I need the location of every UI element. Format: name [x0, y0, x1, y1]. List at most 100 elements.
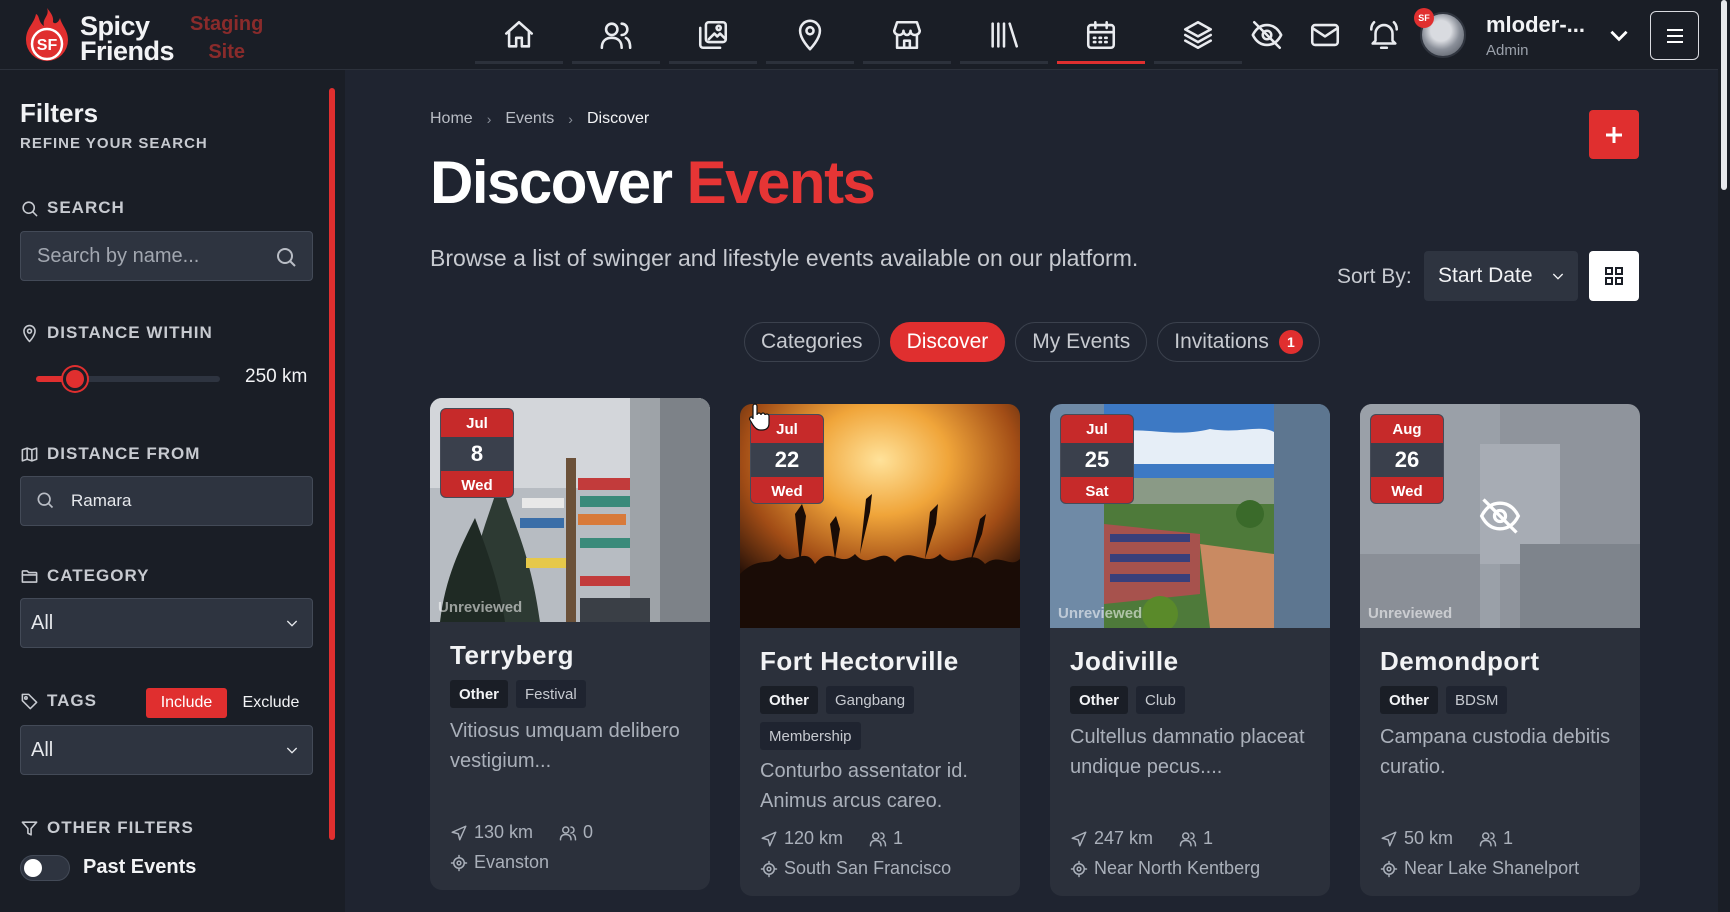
other-filters-label-text: OTHER FILTERS	[47, 818, 194, 837]
event-title[interactable]: Jodiville	[1070, 646, 1179, 677]
grid-view-button[interactable]	[1589, 251, 1639, 301]
event-tag: Other	[760, 686, 819, 714]
event-location: South San Francisco	[760, 858, 951, 879]
tags-select[interactable]: All	[20, 725, 313, 775]
users-icon	[600, 21, 632, 49]
event-attendees: 1	[893, 828, 904, 848]
distance-value: 250 km	[245, 366, 308, 387]
event-image[interactable]: Jul 22 Wed	[740, 404, 1020, 628]
env-line2: Site	[208, 41, 246, 63]
distance-from-value: Ramara	[71, 491, 132, 510]
calendar-icon	[1086, 20, 1116, 49]
tab-invitations[interactable]: Invitations 1	[1157, 322, 1320, 362]
tags-include-button[interactable]: Include	[146, 688, 227, 718]
brand-name[interactable]: Spicy Friends	[80, 13, 175, 65]
search-submit-icon[interactable]	[274, 245, 298, 269]
event-meta: 130 km 0	[450, 822, 593, 843]
users-icon	[869, 831, 887, 846]
sidebar-scrollbar[interactable]	[329, 88, 335, 840]
distance-from-input[interactable]: Ramara	[20, 476, 313, 526]
page-scrollbar[interactable]	[1718, 0, 1730, 912]
filters-subtitle: REFINE YOUR SEARCH	[20, 135, 208, 152]
search-label-text: SEARCH	[47, 198, 125, 217]
privacy-toggle[interactable]	[1247, 15, 1287, 55]
event-tag: BDSM	[1446, 686, 1508, 714]
distance-slider[interactable]	[36, 367, 220, 391]
event-image[interactable]: Aug 26 Wed Unreviewed	[1360, 404, 1640, 628]
past-events-label: Past Events	[83, 856, 197, 878]
nav-home[interactable]	[475, 8, 563, 64]
event-title[interactable]: Demondport	[1380, 646, 1540, 677]
tags-exclude-button[interactable]: Exclude	[238, 688, 304, 718]
event-weekday: Sat	[1061, 477, 1133, 503]
breadcrumb-current: Discover	[586, 110, 650, 127]
event-image[interactable]: Jul 8 Wed Unreviewed	[430, 398, 710, 622]
nav-groups[interactable]	[1154, 8, 1242, 64]
tab-my-events[interactable]: My Events	[1015, 322, 1148, 362]
nav-members[interactable]	[572, 8, 660, 64]
event-location: Near Lake Shanelport	[1380, 858, 1579, 879]
breadcrumb-home[interactable]: Home	[430, 110, 473, 128]
tab-categories[interactable]: Categories	[744, 322, 880, 362]
past-events-toggle[interactable]	[20, 855, 70, 881]
event-title[interactable]: Terryberg	[450, 640, 574, 671]
sort-select[interactable]: Start Date	[1424, 251, 1578, 301]
event-card[interactable]: Aug 26 Wed Unreviewed Demondport Other B…	[1360, 404, 1640, 896]
tab-discover[interactable]: Discover	[889, 322, 1006, 362]
event-tag: Club	[1136, 686, 1185, 714]
eye-off-icon	[1479, 498, 1521, 534]
hamburger-menu-button[interactable]	[1650, 11, 1699, 60]
nav-media[interactable]	[669, 8, 757, 64]
notifications-button[interactable]	[1364, 15, 1404, 55]
search-placeholder: Search by name...	[37, 245, 200, 267]
event-card[interactable]: Jul 25 Sat Unreviewed Jodiville Other Cl…	[1050, 404, 1330, 896]
users-icon	[1479, 831, 1497, 846]
add-event-button[interactable]	[1589, 110, 1639, 159]
category-select[interactable]: All	[20, 598, 313, 648]
user-name[interactable]: mloder-...	[1486, 12, 1585, 38]
event-description: Vitiosus umquam delibero vestigium...	[450, 720, 680, 772]
event-tags: Other BDSM	[1380, 686, 1630, 714]
navigation-arrow-icon	[1071, 831, 1087, 846]
event-description: Campana custodia debitis curatio.	[1380, 726, 1611, 778]
event-card[interactable]: Jul 22 Wed Fort Hectorville Other Gangba…	[740, 404, 1020, 896]
event-image[interactable]: Jul 25 Sat Unreviewed	[1050, 404, 1330, 628]
event-title[interactable]: Fort Hectorville	[760, 646, 959, 677]
tab-label: My Events	[1032, 330, 1131, 353]
distance-slider-thumb[interactable]	[63, 367, 87, 391]
toggle-knob	[24, 859, 42, 877]
messages-button[interactable]	[1305, 15, 1345, 55]
nav-places[interactable]	[766, 8, 854, 64]
event-location-text: South San Francisco	[784, 858, 952, 878]
event-month: Jul	[441, 409, 513, 437]
distance-within-label: DISTANCE WITHIN	[20, 323, 213, 343]
nav-shop[interactable]	[863, 8, 951, 64]
nav-events[interactable]	[1057, 8, 1145, 64]
mouse-pointer-icon	[748, 403, 770, 431]
user-menu-chevron-down-icon[interactable]	[1606, 22, 1632, 48]
tags-label: TAGS	[20, 691, 97, 711]
chevron-down-icon	[284, 615, 300, 631]
event-card[interactable]: Jul 8 Wed Unreviewed Terryberg Other Fes…	[430, 398, 710, 890]
search-icon	[35, 490, 55, 510]
brand-logo[interactable]: SF	[20, 6, 74, 64]
event-location-text: Near Lake Shanelport	[1404, 858, 1580, 878]
event-tag: Gangbang	[826, 686, 915, 714]
chevron-down-icon	[284, 742, 300, 758]
event-weekday: Wed	[441, 471, 513, 497]
nav-library[interactable]	[960, 8, 1048, 64]
location-pin-icon	[23, 324, 36, 342]
breadcrumb-events[interactable]: Events	[505, 110, 554, 128]
event-day: 26	[1371, 443, 1443, 477]
event-location: Near North Kentberg	[1070, 858, 1260, 879]
chevron-right-icon: ›	[568, 111, 573, 127]
search-input[interactable]: Search by name...	[20, 231, 313, 281]
tab-label: Invitations	[1174, 330, 1269, 353]
page-scrollbar-thumb[interactable]	[1721, 0, 1727, 190]
event-distance: 247 km	[1094, 828, 1154, 848]
event-month: Aug	[1371, 415, 1443, 443]
event-month: Jul	[1061, 415, 1133, 443]
top-navbar: SF Spicy Friends Staging Site SF mloder-…	[0, 0, 1730, 70]
event-weekday: Wed	[751, 477, 823, 503]
event-date-badge: Aug 26 Wed	[1370, 414, 1444, 504]
